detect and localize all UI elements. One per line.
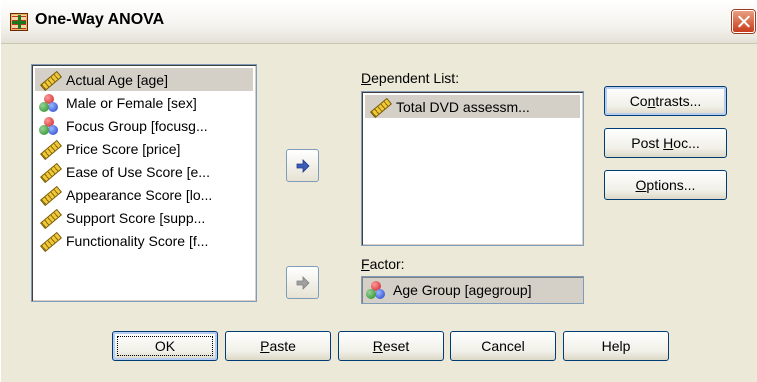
nominal-icon xyxy=(39,116,59,135)
options-button[interactable]: Options... xyxy=(604,170,727,200)
nominal-icon xyxy=(366,281,386,299)
factor-field[interactable]: Age Group [agegroup] xyxy=(361,276,584,304)
variable-list[interactable]: Actual Age [age] Male or Female [sex] Fo… xyxy=(31,64,257,302)
variable-label: Appearance Score [lo... xyxy=(66,186,213,203)
move-to-factor-button[interactable] xyxy=(286,266,319,299)
move-to-dependent-button[interactable] xyxy=(286,149,319,182)
scale-ruler-icon xyxy=(39,209,59,227)
dependent-list[interactable]: Total DVD assessm... xyxy=(361,91,584,246)
dependent-item[interactable]: Total DVD assessm... xyxy=(365,95,580,118)
title-bar[interactable]: One-Way ANOVA xyxy=(1,0,757,44)
dependent-item-label: Total DVD assessm... xyxy=(396,98,530,115)
variable-item[interactable]: Functionality Score [f... xyxy=(35,229,253,252)
contrasts-button[interactable]: Contrasts... xyxy=(604,86,727,116)
variable-label: Actual Age [age] xyxy=(66,71,168,88)
window-title: One-Way ANOVA xyxy=(35,11,165,28)
variable-item[interactable]: Male or Female [sex] xyxy=(35,91,253,114)
help-button[interactable]: Help xyxy=(563,331,669,361)
right-arrow-icon xyxy=(296,159,310,173)
scale-ruler-icon xyxy=(39,71,59,89)
nominal-icon xyxy=(39,93,59,112)
scale-ruler-icon xyxy=(369,98,389,116)
cancel-button[interactable]: Cancel xyxy=(450,331,556,361)
variable-label: Price Score [price] xyxy=(66,140,181,157)
variable-label: Focus Group [focusg... xyxy=(66,117,208,134)
variable-item[interactable]: Price Score [price] xyxy=(35,137,253,160)
reset-button[interactable]: Reset xyxy=(338,331,444,361)
one-way-anova-dialog: One-Way ANOVA Actual Age [age] Male or F… xyxy=(0,0,757,382)
scale-ruler-icon xyxy=(39,140,59,158)
paste-button[interactable]: Paste xyxy=(225,331,331,361)
right-arrow-icon xyxy=(296,276,310,290)
variable-item[interactable]: Appearance Score [lo... xyxy=(35,183,253,206)
variable-label: Male or Female [sex] xyxy=(66,94,197,111)
factor-value: Age Group [agegroup] xyxy=(393,282,532,298)
scale-ruler-icon xyxy=(39,186,59,204)
variable-label: Ease of Use Score [e... xyxy=(66,163,210,180)
variable-label: Functionality Score [f... xyxy=(66,232,209,249)
variable-label: Support Score [supp... xyxy=(66,209,206,226)
ok-button[interactable]: OK xyxy=(112,331,218,361)
scale-ruler-icon xyxy=(39,232,59,250)
close-button[interactable] xyxy=(732,10,755,33)
factor-label: Factor: xyxy=(361,256,405,272)
variable-item[interactable]: Focus Group [focusg... xyxy=(35,114,253,137)
variable-item[interactable]: Actual Age [age] xyxy=(35,68,253,91)
variable-item[interactable]: Support Score [supp... xyxy=(35,206,253,229)
variable-item[interactable]: Ease of Use Score [e... xyxy=(35,160,253,183)
factor-item[interactable]: Age Group [agegroup] xyxy=(362,277,583,303)
dependent-list-label: Dependent List: xyxy=(361,70,460,86)
spss-app-icon xyxy=(10,13,28,31)
scale-ruler-icon xyxy=(39,163,59,181)
post-hoc-button[interactable]: Post Hoc... xyxy=(604,128,727,158)
